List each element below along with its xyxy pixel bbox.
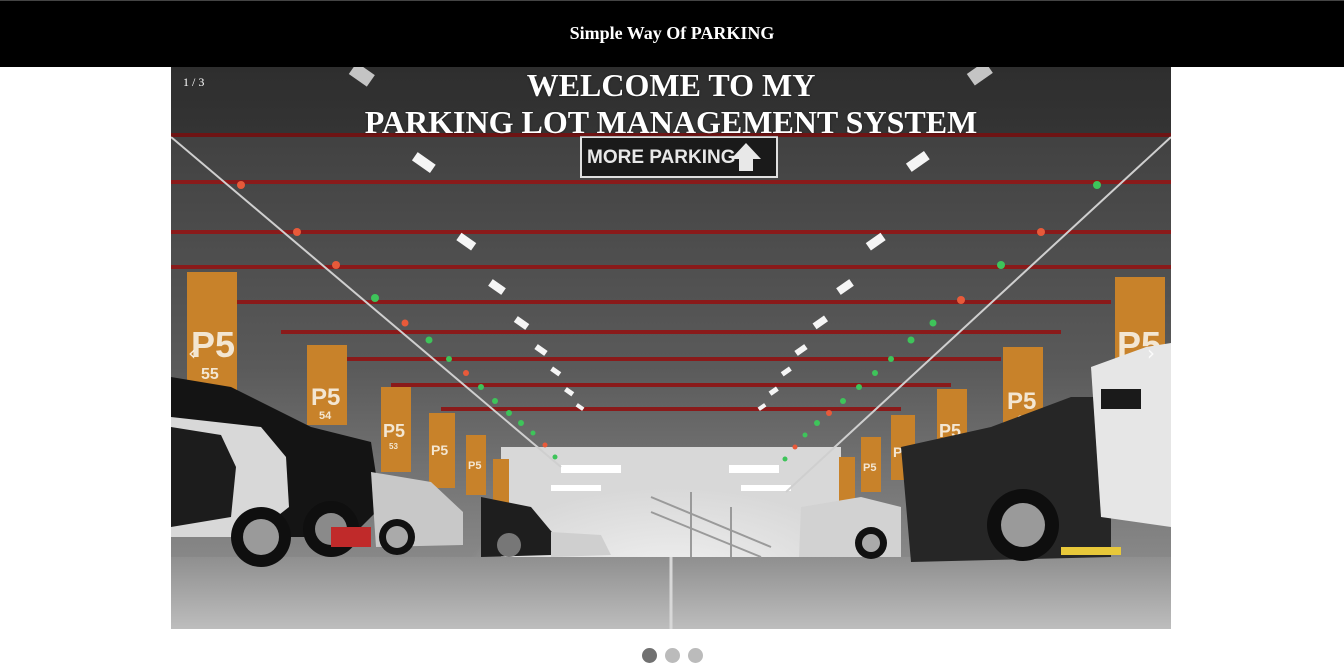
svg-text:P5: P5 bbox=[863, 462, 876, 474]
site-title: Simple Way Of PARKING bbox=[569, 22, 775, 43]
slide-dot-1[interactable] bbox=[641, 648, 657, 663]
prev-slide-button[interactable]: ‹ bbox=[180, 341, 204, 365]
svg-text:P5: P5 bbox=[1007, 388, 1036, 415]
slideshow: MORE PARKING P5 55 P5 54 P5 53 P5 P5 P5 … bbox=[171, 67, 1171, 629]
caption-line-2: PARKING LOT MANAGEMENT SYSTEM bbox=[364, 104, 978, 140]
next-slide-button[interactable]: › bbox=[1139, 341, 1163, 365]
svg-text:54: 54 bbox=[319, 410, 332, 422]
svg-text:P5: P5 bbox=[468, 460, 481, 472]
svg-text:MORE PARKING: MORE PARKING bbox=[587, 147, 735, 168]
header-bar: Simple Way Of PARKING bbox=[0, 0, 1344, 67]
caption-line-1: WELCOME TO MY bbox=[526, 67, 816, 103]
chevron-left-icon: ‹ bbox=[188, 341, 196, 365]
slide-dot-2[interactable] bbox=[664, 648, 680, 663]
more-parking-sign: MORE PARKING bbox=[580, 136, 778, 178]
svg-text:P5: P5 bbox=[431, 442, 448, 458]
parking-garage-image: MORE PARKING P5 55 P5 54 P5 53 P5 P5 P5 … bbox=[171, 67, 1171, 629]
svg-text:P5: P5 bbox=[311, 384, 340, 411]
svg-text:55: 55 bbox=[201, 366, 219, 383]
chevron-right-icon: › bbox=[1147, 341, 1155, 365]
svg-text:P5: P5 bbox=[383, 421, 405, 441]
slide-indicators bbox=[0, 648, 1344, 663]
slide-dot-3[interactable] bbox=[687, 648, 703, 663]
svg-text:53: 53 bbox=[389, 442, 398, 451]
slide-caption: WELCOME TO MY PARKING LOT MANAGEMENT SYS… bbox=[171, 67, 1171, 141]
